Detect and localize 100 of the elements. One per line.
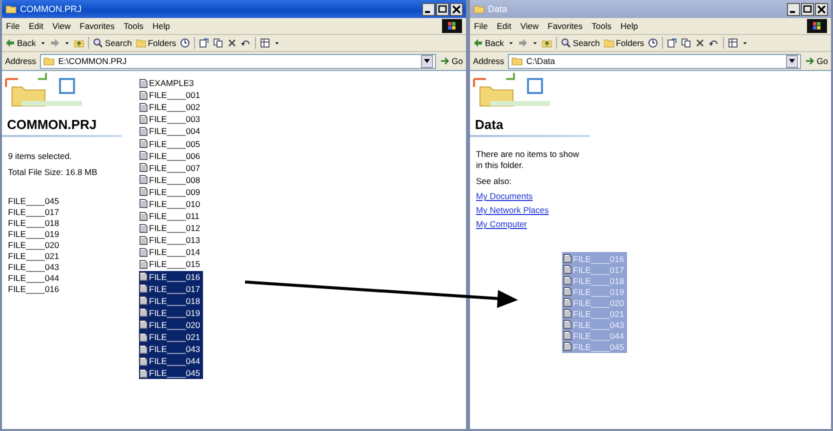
menu-item[interactable]: Tools	[592, 21, 612, 31]
file-list-row[interactable]: FILE____005	[139, 137, 204, 150]
forward-arrow-icon	[50, 38, 60, 48]
search-icon	[92, 38, 103, 48]
file-list-row[interactable]: FILE____016	[139, 270, 204, 283]
file-list-row[interactable]: FILE____010	[139, 198, 204, 210]
folder-icon	[604, 38, 614, 48]
file-icon	[139, 78, 148, 88]
file-list-row[interactable]: FILE____001	[139, 89, 204, 102]
file-list-row[interactable]: FILE____021	[139, 330, 204, 344]
file-icon	[563, 309, 572, 318]
close-icon[interactable]	[815, 2, 828, 16]
menu-item[interactable]: Edit	[28, 21, 44, 31]
file-list-row[interactable]: FILE____018	[139, 294, 204, 307]
minimize-icon[interactable]	[787, 2, 800, 16]
file-list-row[interactable]: FILE____020	[139, 318, 204, 331]
file-icon	[139, 308, 148, 318]
file-icon	[139, 126, 148, 136]
file-list-row[interactable]: FILE____045	[139, 367, 204, 380]
link[interactable]: My Computer	[476, 219, 594, 229]
file-name: FILE____019	[8, 229, 60, 240]
file-name: FILE____021	[573, 308, 624, 318]
go-button[interactable]: Go	[440, 56, 463, 66]
go-button[interactable]: Go	[804, 56, 828, 66]
address-label: Address	[473, 56, 504, 66]
file-icon	[139, 90, 148, 100]
file-name: FILE____045	[8, 196, 60, 207]
file-icon	[563, 276, 572, 285]
file-icon	[563, 265, 572, 274]
file-list-row[interactable]: FILE____004	[139, 125, 204, 138]
go-arrow-icon	[804, 56, 815, 66]
move-to-icon	[199, 38, 210, 48]
back-arrow-icon	[5, 38, 15, 48]
move-to-icon	[667, 38, 678, 48]
go-arrow-icon	[440, 56, 450, 66]
copy-to-icon	[213, 38, 224, 48]
dropdown-icon[interactable]	[420, 54, 433, 68]
menu-item[interactable]: Edit	[496, 21, 512, 31]
file-list-row[interactable]: FILE____012	[139, 222, 204, 234]
menu-item[interactable]: View	[52, 21, 71, 31]
menu-item[interactable]: Tools	[124, 21, 144, 31]
menu-item[interactable]: Favorites	[548, 21, 583, 31]
file-list-row[interactable]: FILE____011	[139, 210, 202, 222]
file-list-row[interactable]: FILE____044	[139, 355, 204, 368]
back-button[interactable]: Back	[5, 38, 36, 48]
info-text: There are no items to show in this folder.	[476, 149, 580, 171]
menu-item[interactable]: View	[520, 21, 539, 31]
file-list-row[interactable]: FILE____017	[139, 282, 204, 295]
menu-item[interactable]: File	[474, 21, 488, 31]
file-list-row[interactable]: EXAMPLE3	[139, 77, 197, 90]
up-folder-icon	[542, 38, 552, 48]
file-name: FILE____021	[8, 251, 60, 262]
views-icon	[728, 38, 738, 48]
file-list-row[interactable]: FILE____007	[139, 162, 204, 174]
file-list-row[interactable]: FILE____002	[139, 101, 204, 114]
file-list-row[interactable]: FILE____006	[139, 150, 204, 162]
file-name: FILE____020	[573, 298, 624, 308]
folders-button[interactable]: Folders	[604, 38, 644, 48]
link[interactable]: My Documents	[476, 191, 594, 201]
folders-button[interactable]: Folders	[136, 38, 176, 48]
back-button[interactable]: Back	[473, 38, 504, 48]
delete-icon	[695, 38, 706, 48]
file-list-row[interactable]: FILE____009	[139, 186, 204, 198]
menu-item[interactable]: Help	[152, 21, 170, 31]
back-arrow-icon	[473, 38, 483, 48]
file-icon	[563, 320, 572, 329]
file-icon	[139, 212, 148, 221]
file-list-row[interactable]: FILE____015	[139, 258, 204, 270]
address-field[interactable]: C:\Data	[508, 54, 801, 68]
file-icon	[139, 114, 148, 124]
flag-logo-icon	[442, 19, 462, 33]
minimize-icon[interactable]	[422, 2, 435, 16]
file-icon	[139, 199, 148, 208]
dropdown-icon[interactable]	[786, 54, 798, 68]
close-icon[interactable]	[450, 2, 463, 16]
file-icon	[563, 254, 572, 263]
file-icon	[139, 187, 148, 196]
address-field[interactable]: E:\COMMON.PRJ	[40, 54, 436, 68]
maximize-icon[interactable]	[801, 2, 814, 16]
info-text: Total File Size: 16.8 MB	[8, 167, 98, 178]
menu-item[interactable]: Help	[620, 21, 638, 31]
search-button[interactable]: Search	[560, 38, 600, 48]
address-label: Address	[5, 56, 36, 66]
menu-item[interactable]: Favorites	[80, 21, 115, 31]
link[interactable]: My Network Places	[476, 205, 594, 215]
menu-item[interactable]: File	[6, 21, 20, 31]
file-list-row[interactable]: FILE____003	[139, 113, 204, 126]
file-icon	[139, 356, 148, 366]
file-list-row[interactable]: FILE____008	[139, 174, 204, 186]
file-icon	[139, 260, 148, 269]
folder-icon	[5, 4, 17, 14]
file-list-row[interactable]: FILE____019	[139, 306, 204, 319]
file-icon	[563, 298, 572, 307]
file-list-row[interactable]: FILE____013	[139, 234, 204, 246]
file-name: FILE____044	[8, 273, 60, 284]
maximize-icon[interactable]	[436, 2, 449, 16]
search-button[interactable]: Search	[92, 38, 132, 48]
file-list-row[interactable]: FILE____043	[139, 343, 204, 356]
file-name: FILE____018	[8, 218, 60, 229]
file-list-row[interactable]: FILE____014	[139, 246, 204, 258]
